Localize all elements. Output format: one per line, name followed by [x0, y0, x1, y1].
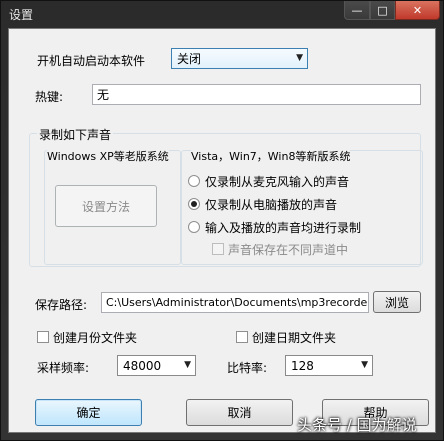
startup-select-value: 关闭 — [177, 52, 202, 66]
radio-both-label: 输入及播放的声音均进行录制 — [205, 221, 362, 235]
record-group-label: 录制如下声音 — [37, 126, 114, 143]
hotkey-label: 热键: — [35, 90, 64, 104]
chevron-down-icon: ▼ — [184, 360, 191, 370]
checkbox[interactable] — [212, 243, 224, 255]
setup-method-label: 设置方法 — [81, 199, 130, 214]
startup-select[interactable]: 关闭 ▼ — [171, 48, 308, 69]
hotkey-input[interactable]: 无 — [92, 84, 421, 105]
cancel-label: 取消 — [227, 406, 252, 420]
ok-button[interactable]: 确定 — [35, 399, 142, 426]
close-icon: ✕ — [412, 3, 423, 17]
ok-label: 确定 — [76, 406, 101, 420]
minimize-icon: — — [351, 3, 363, 17]
chevron-down-icon: ▼ — [361, 360, 368, 370]
radio-button[interactable] — [188, 221, 200, 233]
bitrate-select[interactable]: 128 ▼ — [285, 355, 373, 376]
vista-group-label: Vista，Win7，Win8等新版系统 — [191, 148, 351, 164]
radio-playback-only-label: 仅录制从电脑播放的声音 — [205, 198, 338, 212]
checkbox[interactable] — [236, 331, 248, 343]
browse-button[interactable]: 浏览 — [373, 291, 421, 313]
save-path-label: 保存路径: — [35, 298, 88, 312]
xp-group-label: Windows XP等老版系统 — [47, 148, 169, 164]
settings-window: 设置 — □ ✕ 开机自动启动本软件 关闭 ▼ 热键: 无 录制如下声音 Win… — [0, 0, 444, 441]
separate-channels-label: 声音保存在不同声道中 — [228, 243, 349, 257]
cancel-button[interactable]: 取消 — [186, 399, 293, 426]
maximize-icon: □ — [377, 3, 388, 17]
dialog-body: 开机自动启动本软件 关闭 ▼ 热键: 无 录制如下声音 Windows XP等老… — [8, 28, 436, 433]
save-path-value: C:\Users\Administrator\Documents\mp3reco… — [106, 296, 369, 309]
close-button[interactable]: ✕ — [395, 1, 440, 20]
sample-rate-select[interactable]: 48000 ▼ — [117, 355, 196, 376]
watermark: 头条号 / 国为解说 — [297, 416, 417, 434]
checkbox[interactable] — [37, 331, 49, 343]
save-path-input[interactable]: C:\Users\Administrator\Documents\mp3reco… — [101, 292, 369, 313]
daily-folder-label: 创建日期文件夹 — [252, 331, 337, 345]
bitrate-value: 128 — [291, 358, 314, 373]
radio-mic-only-label: 仅录制从麦克风输入的声音 — [205, 175, 350, 189]
hotkey-value: 无 — [97, 88, 110, 102]
chevron-down-icon: ▼ — [296, 53, 303, 63]
window-title: 设置 — [9, 8, 34, 22]
sample-rate-label: 采样频率: — [37, 361, 90, 375]
startup-label: 开机自动启动本软件 — [37, 54, 146, 68]
setup-method-button[interactable]: 设置方法 — [55, 185, 157, 227]
minimize-button[interactable]: — — [344, 1, 370, 20]
title-bar[interactable]: 设置 — □ ✕ — [1, 1, 443, 27]
browse-label: 浏览 — [384, 295, 409, 310]
sample-rate-value: 48000 — [123, 358, 162, 373]
radio-button[interactable] — [188, 175, 200, 187]
bitrate-label: 比特率: — [227, 361, 268, 375]
maximize-button[interactable]: □ — [370, 1, 395, 20]
monthly-folder-label: 创建月份文件夹 — [53, 331, 138, 345]
radio-button-checked[interactable] — [188, 198, 200, 210]
